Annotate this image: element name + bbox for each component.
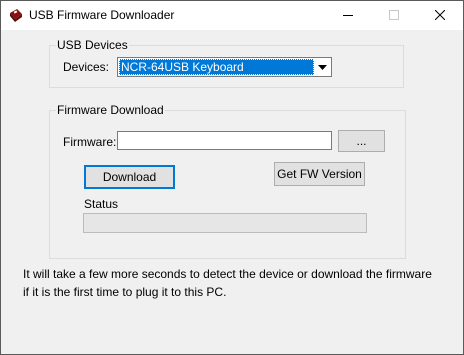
usb-devices-group-label: USB Devices [56, 38, 129, 52]
app-window: USB Firmware Downloader USB Devices Devi… [0, 0, 464, 355]
status-label: Status [84, 197, 119, 211]
info-line-2: if it is the first time to plug it to th… [23, 285, 227, 299]
maximize-button[interactable] [371, 1, 417, 30]
info-message: It will take a few more seconds to detec… [23, 265, 453, 301]
selected-device-value: NCR-64USB Keyboard [119, 59, 314, 75]
status-progress-bar [83, 213, 367, 233]
firmware-label: Firmware: [63, 135, 117, 149]
devices-dropdown[interactable]: NCR-64USB Keyboard [117, 57, 332, 77]
browse-button[interactable]: ... [338, 130, 385, 152]
minimize-icon [343, 9, 353, 23]
minimize-button[interactable] [325, 1, 371, 30]
download-button[interactable]: Download [84, 165, 175, 189]
close-button[interactable] [417, 1, 463, 30]
title-bar[interactable]: USB Firmware Downloader [1, 1, 463, 30]
firmware-path-input[interactable] [117, 131, 332, 150]
usb-device-icon [8, 7, 24, 23]
close-icon [434, 9, 446, 23]
info-line-1: It will take a few more seconds to detec… [23, 267, 432, 281]
devices-label: Devices: [63, 60, 110, 74]
chevron-down-icon[interactable] [315, 59, 330, 75]
firmware-download-group-label: Firmware Download [56, 103, 165, 117]
get-fw-version-button[interactable]: Get FW Version [274, 162, 365, 186]
maximize-icon [389, 9, 399, 23]
window-title: USB Firmware Downloader [29, 8, 175, 22]
